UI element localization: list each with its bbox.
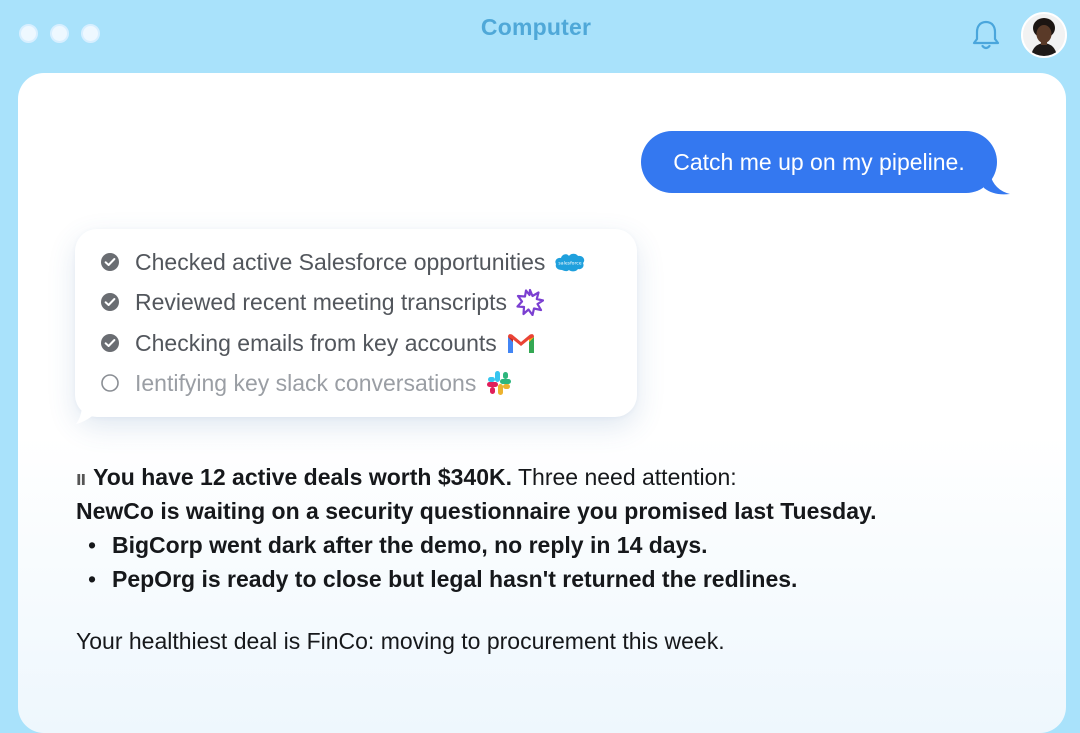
notification-bell-icon[interactable] xyxy=(970,18,1002,52)
reply-healthiest-deal: Your healthiest deal is FinCo: moving to… xyxy=(76,628,725,654)
bullet-text: BigCorp went dark after the demo, no rep… xyxy=(112,532,708,558)
task-item-transcripts: Reviewed recent meeting transcripts xyxy=(100,287,544,317)
quote-mark-icon: ıı xyxy=(76,468,86,490)
check-circle-icon xyxy=(101,334,119,352)
title-bar: Computer xyxy=(0,0,1080,72)
task-label: Checked active Salesforce opportunities xyxy=(135,248,546,275)
reply-summary-bold: You have 12 active deals worth $340K. xyxy=(93,464,512,490)
task-item-emails: Checking emails from key accounts xyxy=(100,328,536,358)
pending-circle-icon xyxy=(101,374,119,392)
task-item-slack: Ientifying key slack conversations xyxy=(100,368,513,398)
user-bubble-tail xyxy=(984,174,1010,195)
check-circle-icon xyxy=(101,253,119,271)
bullet-icon: • xyxy=(88,532,97,558)
reply-summary-rest: Three need attention: xyxy=(512,464,737,490)
salesforce-icon: salesforce xyxy=(555,253,585,272)
task-card-tail xyxy=(76,398,100,424)
reply-bullet-peporg: • PepOrg is ready to close but legal hasn… xyxy=(76,562,1026,596)
gmail-icon xyxy=(507,334,534,353)
bullet-icon: • xyxy=(88,566,97,592)
slack-icon xyxy=(487,371,512,395)
window-title: Computer xyxy=(480,14,592,40)
check-circle-icon xyxy=(101,293,119,311)
task-label: Reviewed recent meeting transcripts xyxy=(135,288,507,315)
reply-summary: ıı You have 12 active deals worth $340K. … xyxy=(76,460,1026,494)
reply-newco-text: NewCo is waiting on a security questionn… xyxy=(76,498,877,524)
user-avatar[interactable] xyxy=(1021,12,1067,58)
assistant-reply: ıı You have 12 active deals worth $340K. … xyxy=(76,460,1026,596)
reply-bullet-bigcorp: • BigCorp went dark after the demo, no re… xyxy=(76,528,1026,562)
sparkle-burst-icon xyxy=(516,288,544,316)
task-label: Checking emails from key accounts xyxy=(135,329,497,356)
bullet-text: PepOrg is ready to close but legal hasn'… xyxy=(112,566,798,592)
task-item-salesforce: Checked active Salesforce opportunities … xyxy=(100,247,586,277)
reply-line-newco: NewCo is waiting on a security questionn… xyxy=(76,494,1026,528)
task-label: Ientifying key slack conversations xyxy=(135,369,477,396)
avatar-portrait-icon xyxy=(1023,14,1065,56)
user-message-bubble: Catch me up on my pipeline. xyxy=(641,131,997,193)
salesforce-logo-text: salesforce xyxy=(559,261,582,267)
